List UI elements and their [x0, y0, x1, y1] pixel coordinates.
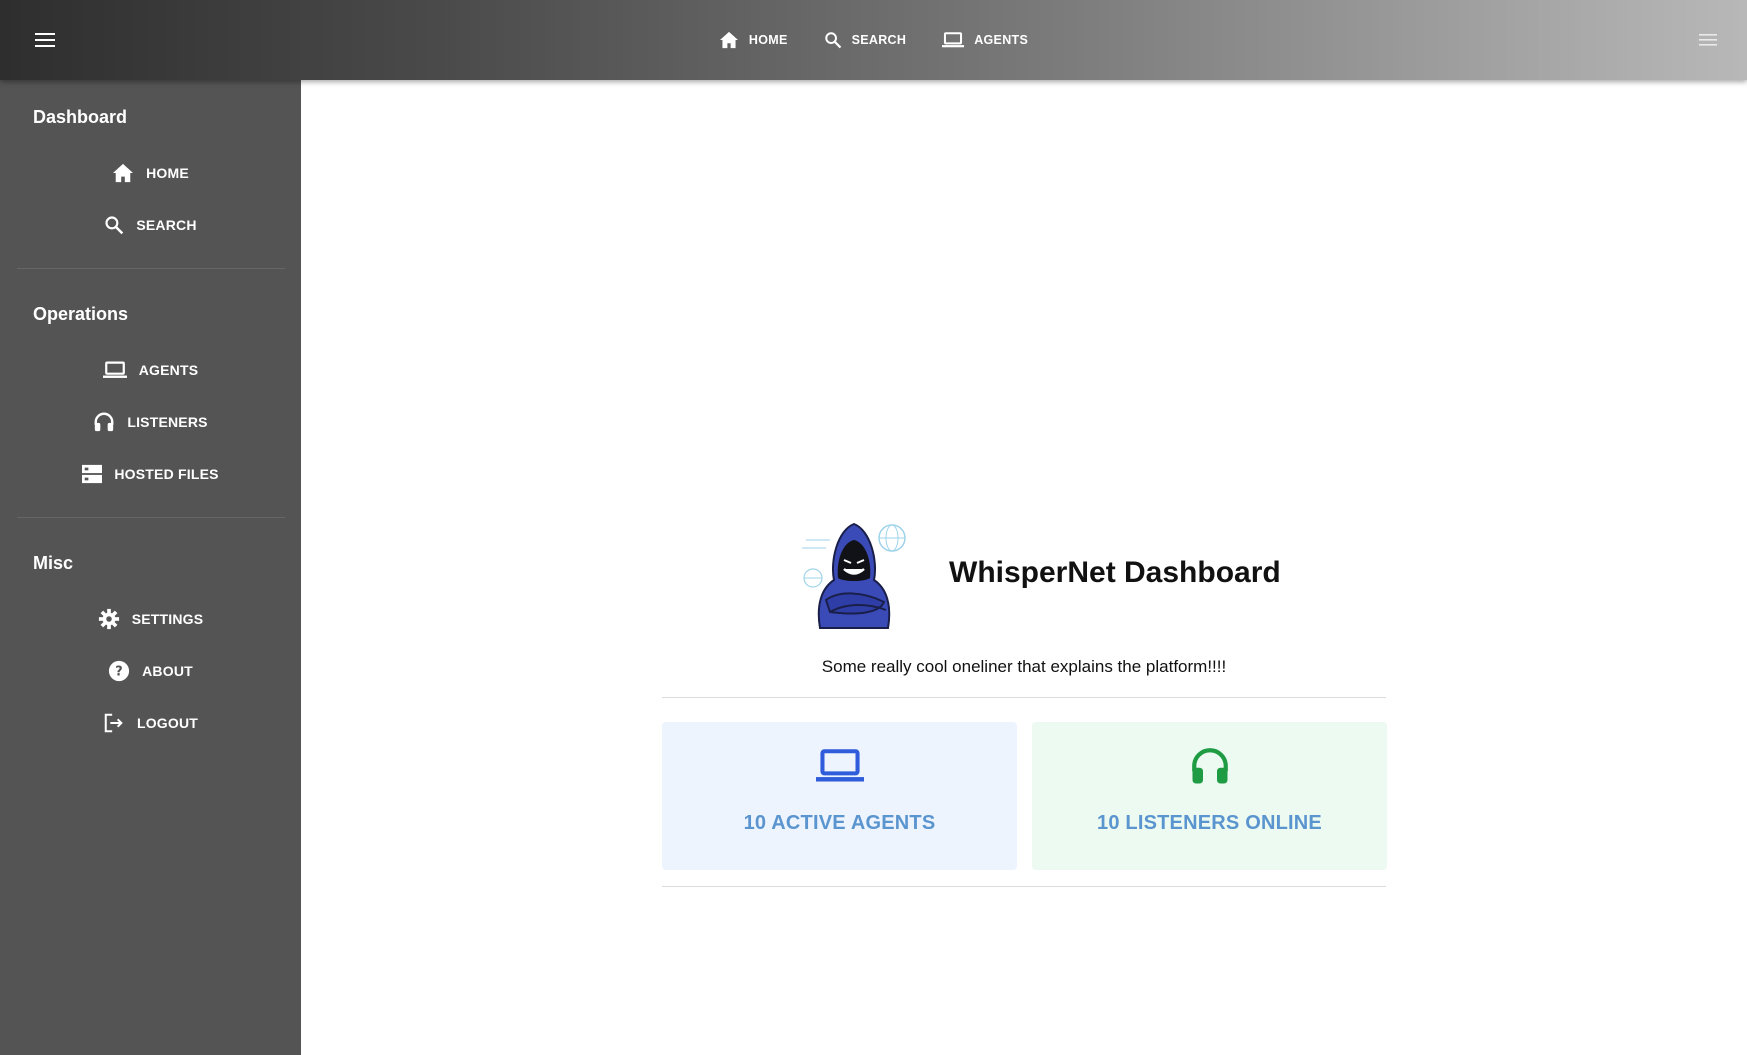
search-icon	[824, 31, 842, 49]
sidebar-item-home-label: HOME	[146, 165, 189, 181]
sidebar-item-settings-label: SETTINGS	[131, 611, 204, 627]
active-agents-label: 10 ACTIVE AGENTS	[743, 812, 936, 834]
sidebar-item-logout[interactable]: LOGOUT	[0, 703, 301, 743]
sidebar: Dashboard HOME SEARCH Operations AGENTS …	[0, 80, 301, 1055]
top-nav: HOME SEARCH AGENTS	[0, 0, 1747, 80]
page-title: WhisperNet Dashboard	[949, 556, 1281, 589]
topnav-home-label: HOME	[748, 33, 788, 47]
topnav-search-label: SEARCH	[851, 33, 907, 47]
divider	[662, 886, 1386, 887]
sidebar-item-search-label: SEARCH	[136, 217, 197, 233]
topnav-agents-link[interactable]: AGENTS	[938, 25, 1032, 55]
top-app-bar: HOME SEARCH AGENTS	[0, 0, 1747, 80]
overflow-menu-icon[interactable]	[1693, 26, 1723, 54]
topnav-search-link[interactable]: SEARCH	[820, 25, 911, 55]
topnav-home-link[interactable]: HOME	[715, 25, 792, 55]
sidebar-item-hosted-files[interactable]: HOSTED FILES	[0, 454, 301, 494]
sidebar-item-about-label: ABOUT	[142, 663, 193, 679]
sidebar-item-hosted-files-label: HOSTED FILES	[114, 466, 219, 482]
sidebar-section-operations-title: Operations	[33, 304, 129, 324]
storage-icon	[82, 464, 103, 484]
active-agents-card[interactable]: 10 ACTIVE AGENTS	[662, 722, 1017, 870]
sidebar-section-dashboard-title: Dashboard	[33, 107, 128, 127]
divider	[662, 697, 1386, 698]
gear-icon	[98, 608, 120, 630]
sidebar-item-home[interactable]: HOME	[0, 153, 301, 193]
sidebar-item-logout-label: LOGOUT	[136, 715, 199, 731]
whispernet-logo	[800, 520, 910, 630]
home-icon	[112, 163, 134, 183]
sidebar-divider	[17, 517, 285, 518]
sidebar-divider	[17, 268, 285, 269]
listeners-online-card[interactable]: 10 LISTENERS ONLINE	[1032, 722, 1387, 870]
sidebar-item-agents[interactable]: AGENTS	[0, 350, 301, 390]
topnav-agents-label: AGENTS	[974, 33, 1029, 47]
search-icon	[104, 215, 124, 235]
sidebar-section-misc-title: Misc	[33, 553, 74, 573]
tagline: Some really cool oneliner that explains …	[821, 657, 1227, 676]
listeners-online-label: 10 LISTENERS ONLINE	[1097, 812, 1322, 834]
headphones-icon	[93, 411, 115, 433]
sidebar-item-listeners[interactable]: LISTENERS	[0, 402, 301, 442]
sidebar-item-listeners-label: LISTENERS	[127, 414, 208, 430]
headphones-icon	[1189, 742, 1231, 790]
logout-icon	[103, 712, 125, 734]
sidebar-item-about[interactable]: ? ABOUT	[0, 651, 301, 691]
laptop-icon	[815, 742, 864, 790]
help-icon: ?	[108, 660, 130, 682]
sidebar-item-agents-label: AGENTS	[138, 362, 199, 378]
hamburger-menu-icon[interactable]	[30, 26, 60, 54]
sidebar-item-settings[interactable]: SETTINGS	[0, 599, 301, 639]
home-icon	[719, 31, 739, 49]
laptop-icon	[102, 360, 127, 380]
laptop-icon	[942, 31, 965, 49]
svg-text:?: ?	[115, 665, 123, 680]
sidebar-item-search[interactable]: SEARCH	[0, 205, 301, 245]
